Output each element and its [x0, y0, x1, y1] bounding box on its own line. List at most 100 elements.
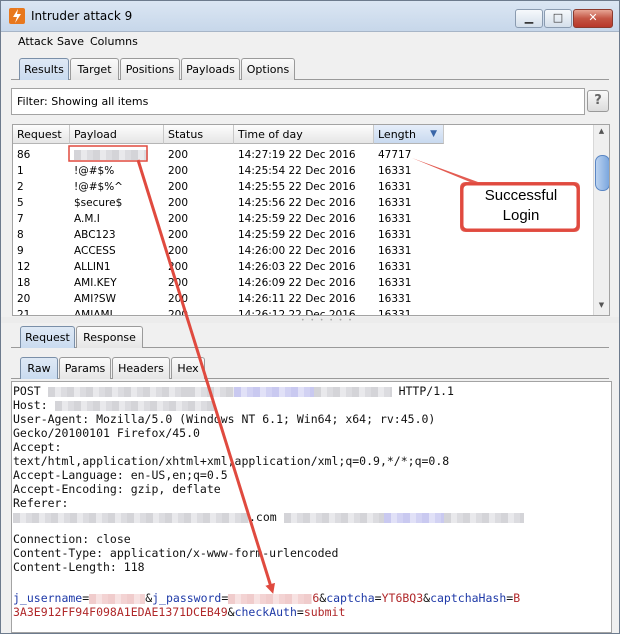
cell-status: 200: [168, 149, 189, 161]
results-scrollbar[interactable]: ▲ ▼: [593, 125, 609, 315]
tab-results[interactable]: Results: [19, 58, 69, 80]
table-row[interactable]: 86 200 14:27:19 22 Dec 2016 47717: [13, 147, 593, 163]
referer-value: .com: [13, 510, 524, 524]
header-line: Accept-Language: en-US,en;q=0.5: [13, 468, 228, 482]
cell-request: 1: [17, 165, 24, 177]
cell-request: 9: [17, 245, 24, 257]
table-row[interactable]: 18 AMI.KEY 200 14:26:09 22 Dec 2016 16331: [13, 275, 593, 291]
redacted-payload: [74, 150, 148, 160]
maximize-button[interactable]: □: [544, 9, 572, 28]
raw-request-editor[interactable]: POST HTTP/1.1 Host: User-Agent: Mozilla/…: [11, 381, 612, 633]
cell-time: 14:25:55 22 Dec 2016: [238, 181, 356, 193]
cell-payload: AMIAMI: [74, 309, 113, 316]
tab-raw[interactable]: Raw: [20, 357, 58, 379]
tab-hex[interactable]: Hex: [171, 357, 205, 379]
cell-length: 16331: [378, 181, 412, 193]
scroll-down-icon[interactable]: ▼: [596, 301, 607, 313]
cell-status: 200: [168, 213, 189, 225]
minimize-button[interactable]: ▁: [515, 9, 543, 28]
cell-time: 14:26:00 22 Dec 2016: [238, 245, 356, 257]
cell-payload: A.M.I: [74, 213, 100, 225]
tab-response[interactable]: Response: [76, 326, 143, 348]
cell-status: 200: [168, 245, 189, 257]
scroll-up-icon[interactable]: ▲: [596, 127, 607, 139]
tab-headers[interactable]: Headers: [112, 357, 170, 379]
table-row[interactable]: 12 ALLIN1 200 14:26:03 22 Dec 2016 16331: [13, 259, 593, 275]
cell-payload: !@#$%^: [74, 181, 123, 193]
cell-status: 200: [168, 165, 189, 177]
help-button[interactable]: ?: [587, 90, 609, 112]
table-row[interactable]: 21 AMIAMI 200 14:26:12 22 Dec 2016 16331: [13, 307, 593, 316]
cell-length: 47717: [378, 149, 412, 161]
cell-length: 16331: [378, 277, 412, 289]
menu-attack[interactable]: Attack: [18, 35, 53, 48]
column-header-status[interactable]: Status: [164, 125, 234, 144]
tab-params[interactable]: Params: [59, 357, 111, 379]
cell-time: 14:25:59 22 Dec 2016: [238, 229, 356, 241]
cell-payload: AMI.KEY: [74, 277, 117, 289]
table-row[interactable]: 1 !@#$% 200 14:25:54 22 Dec 2016 16331: [13, 163, 593, 179]
tab-options[interactable]: Options: [241, 58, 295, 80]
cell-status: 200: [168, 229, 189, 241]
column-header-time[interactable]: Time of day: [234, 125, 374, 144]
header-line: Accept:: [13, 440, 62, 454]
cell-time: 14:26:03 22 Dec 2016: [238, 261, 356, 273]
cell-time: 14:26:11 22 Dec 2016: [238, 293, 356, 305]
pane-splitter[interactable]: • • • • • •: [1, 317, 619, 324]
cell-request: 12: [17, 261, 31, 273]
cell-payload: ABC123: [74, 229, 116, 241]
scroll-thumb[interactable]: [595, 155, 609, 191]
tab-request[interactable]: Request: [20, 326, 75, 348]
cell-payload: [74, 147, 148, 163]
cell-length: 16331: [378, 213, 412, 225]
table-row[interactable]: 9 ACCESS 200 14:26:00 22 Dec 2016 16331: [13, 243, 593, 259]
header-line: User-Agent: Mozilla/5.0 (Windows NT 6.1;…: [13, 412, 436, 426]
header-line: Content-Length: 118: [13, 560, 145, 574]
header-line: Referer:: [13, 496, 69, 510]
cell-payload: !@#$%: [74, 165, 115, 177]
cell-request: 2: [17, 181, 24, 193]
cell-length: 16331: [378, 261, 412, 273]
filter-bar[interactable]: Filter: Showing all items: [11, 88, 585, 115]
close-button[interactable]: ✕: [573, 9, 613, 28]
minimize-icon: ▁: [524, 11, 534, 24]
cell-status: 200: [168, 197, 189, 209]
column-header-payload[interactable]: Payload: [70, 125, 164, 144]
cell-payload: $secure$: [74, 197, 123, 209]
tab-positions[interactable]: Positions: [120, 58, 180, 80]
header-line: Content-Type: application/x-www-form-url…: [13, 546, 339, 560]
close-icon: ✕: [588, 11, 598, 24]
intruder-window: Intruder attack 9 ▁ □ ✕ Attack Save Colu…: [0, 0, 620, 634]
column-header-length[interactable]: Length ▼: [374, 125, 444, 144]
header-line: text/html,application/xhtml+xml,applicat…: [13, 454, 450, 468]
tab-target[interactable]: Target: [70, 58, 119, 80]
menu-save[interactable]: Save: [57, 35, 84, 48]
cell-time: 14:25:54 22 Dec 2016: [238, 165, 356, 177]
burp-lightning-icon: [9, 8, 25, 24]
request-body-line2: 3A3E912FF94F098A1EDAE1371DCEB49&checkAut…: [13, 605, 346, 619]
cell-request: 7: [17, 213, 24, 225]
header-line: Gecko/20100101 Firefox/45.0: [13, 426, 200, 440]
title-bar: Intruder attack 9 ▁ □ ✕: [1, 1, 619, 32]
tab-payloads[interactable]: Payloads: [181, 58, 240, 80]
cell-length: 16331: [378, 165, 412, 177]
cell-request: 86: [17, 149, 31, 161]
table-row[interactable]: 20 AMI?SW 200 14:26:11 22 Dec 2016 16331: [13, 291, 593, 307]
window-title: Intruder attack 9: [31, 9, 133, 23]
cell-request: 20: [17, 293, 31, 305]
sort-descending-icon: ▼: [430, 129, 437, 139]
cell-status: 200: [168, 277, 189, 289]
menu-columns[interactable]: Columns: [90, 35, 138, 48]
cell-request: 21: [17, 309, 31, 316]
maximize-icon: □: [552, 11, 564, 24]
cell-status: 200: [168, 309, 189, 316]
request-body-line1: j_username= &j_password= 6&captcha=YT6BQ3&…: [13, 591, 521, 605]
cell-length: 16331: [378, 293, 412, 305]
request-line: POST HTTP/1.1: [13, 384, 454, 398]
successful-login-callout-text: Successful Login: [484, 187, 558, 224]
column-header-request[interactable]: Request: [13, 125, 70, 144]
header-line: Accept-Encoding: gzip, deflate: [13, 482, 221, 496]
table-row[interactable]: 8 ABC123 200 14:25:59 22 Dec 2016 16331: [13, 227, 593, 243]
cell-length: 16331: [378, 197, 412, 209]
cell-length: 16331: [378, 229, 412, 241]
